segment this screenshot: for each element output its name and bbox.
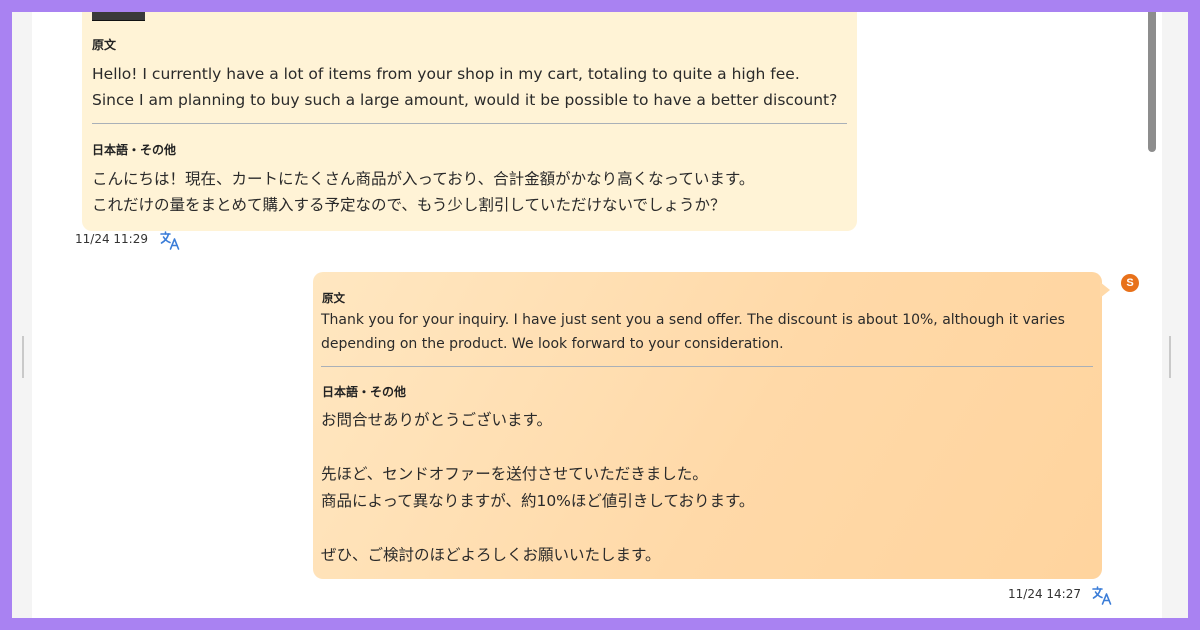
message-thread: 原文 Hello! I currently have a lot of item… — [32, 12, 1162, 618]
bubble-divider — [92, 123, 847, 124]
bubble-tail — [1100, 282, 1110, 298]
translate-icon[interactable] — [1091, 585, 1113, 605]
translate-icon[interactable] — [159, 230, 181, 250]
bubble-divider — [321, 366, 1093, 367]
left-resize-handle[interactable] — [22, 336, 24, 378]
original-text: Hello! I currently have a lot of items f… — [92, 65, 838, 109]
attachment-thumbnail[interactable] — [92, 12, 145, 21]
sender-badge: S — [1121, 274, 1139, 292]
message-timestamp: 11/24 14:27 — [1008, 587, 1081, 601]
original-text: Thank you for your inquiry. I have just … — [321, 312, 1065, 352]
original-label: 原文 — [322, 291, 345, 305]
translation-text: こんにちは！現在、カートにたくさん商品が入っており、合計金額がかなり高くなってい… — [92, 170, 755, 214]
translation-text: お問合せありがとうございます。 先ほど、センドオファーを送付させていただきました… — [321, 411, 755, 564]
scrollbar-thumb[interactable] — [1148, 12, 1156, 152]
translation-label: 日本語・その他 — [92, 143, 177, 157]
message-timestamp: 11/24 11:29 — [75, 232, 148, 246]
original-label: 原文 — [92, 38, 117, 52]
translation-label: 日本語・その他 — [322, 385, 407, 399]
right-resize-handle[interactable] — [1169, 336, 1171, 378]
chat-window: 原文 Hello! I currently have a lot of item… — [12, 12, 1188, 618]
